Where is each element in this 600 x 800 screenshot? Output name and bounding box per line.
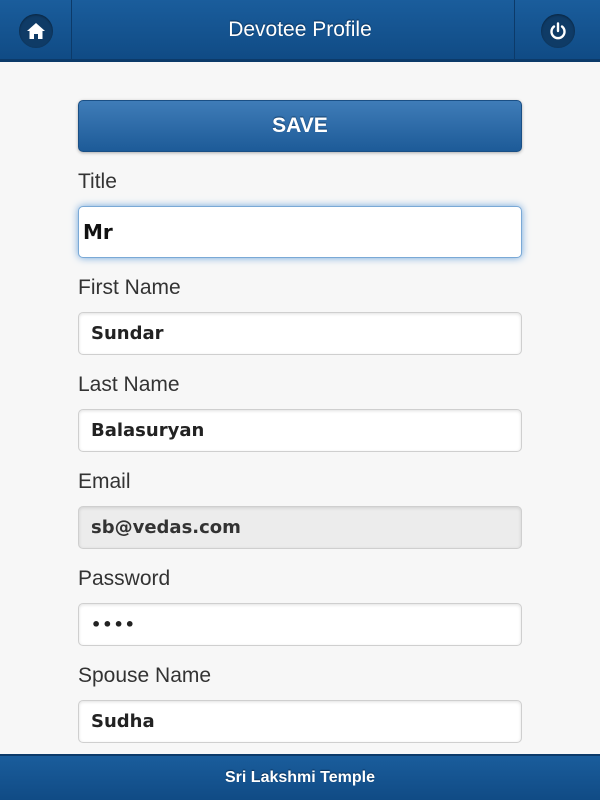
header-bar: Devotee Profile: [0, 0, 600, 62]
last-name-label: Last Name: [78, 373, 180, 396]
save-button[interactable]: SAVE: [78, 100, 522, 152]
first-name-label: First Name: [78, 276, 181, 299]
profile-form: SAVE Title Mr First Name Sundar Last Nam…: [78, 100, 522, 761]
password-label: Password: [78, 567, 171, 590]
first-name-input[interactable]: Sundar: [78, 312, 522, 355]
power-icon: [540, 14, 575, 48]
home-icon: [18, 14, 53, 48]
spouse-name-input[interactable]: Sudha: [78, 700, 522, 743]
page-title: Devotee Profile: [228, 17, 372, 41]
spouse-name-label: Spouse Name: [78, 664, 212, 687]
password-input[interactable]: ••••: [78, 603, 522, 646]
footer-bar: Sri Lakshmi Temple: [0, 754, 600, 800]
footer-text: Sri Lakshmi Temple: [225, 769, 375, 786]
email-input: sb@vedas.com: [78, 506, 522, 549]
logout-button[interactable]: [514, 0, 600, 62]
email-label: Email: [78, 470, 131, 493]
home-button[interactable]: [0, 0, 72, 62]
last-name-input[interactable]: Balasuryan: [78, 409, 522, 452]
title-input[interactable]: Mr: [78, 206, 522, 258]
title-label: Title: [78, 170, 117, 193]
